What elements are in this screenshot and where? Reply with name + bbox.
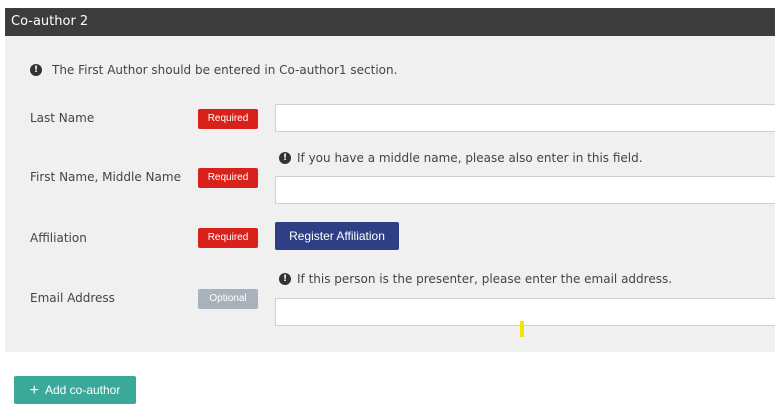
last-name-input[interactable] <box>275 104 775 132</box>
first-name-input[interactable] <box>275 176 775 204</box>
section-title: Co-author 2 <box>11 14 89 29</box>
text-cursor <box>520 321 524 337</box>
top-strip <box>0 0 775 8</box>
last-name-label: Last Name <box>30 111 95 125</box>
section-header: Co-author 2 <box>5 8 775 36</box>
required-badge: Required <box>198 168 258 188</box>
info-icon: ! <box>279 273 291 285</box>
info-icon: ! <box>30 64 42 76</box>
email-input[interactable] <box>275 298 775 326</box>
email-label: Email Address <box>30 291 115 305</box>
plus-icon: + <box>29 382 39 399</box>
first-author-note: The First Author should be entered in Co… <box>52 63 398 77</box>
first-name-label: First Name, Middle Name <box>30 170 181 184</box>
required-badge: Required <box>198 228 258 248</box>
required-badge: Required <box>198 109 258 129</box>
register-affiliation-button[interactable]: Register Affiliation <box>275 222 399 250</box>
presenter-email-note: If this person is the presenter, please … <box>297 272 673 286</box>
add-coauthor-button[interactable]: + Add co-author <box>14 376 136 404</box>
optional-badge: Optional <box>198 289 258 309</box>
middle-name-note: If you have a middle name, please also e… <box>297 151 643 165</box>
add-coauthor-label: Add co-author <box>44 383 121 397</box>
affiliation-label: Affiliation <box>30 231 87 245</box>
info-icon: ! <box>279 152 291 164</box>
